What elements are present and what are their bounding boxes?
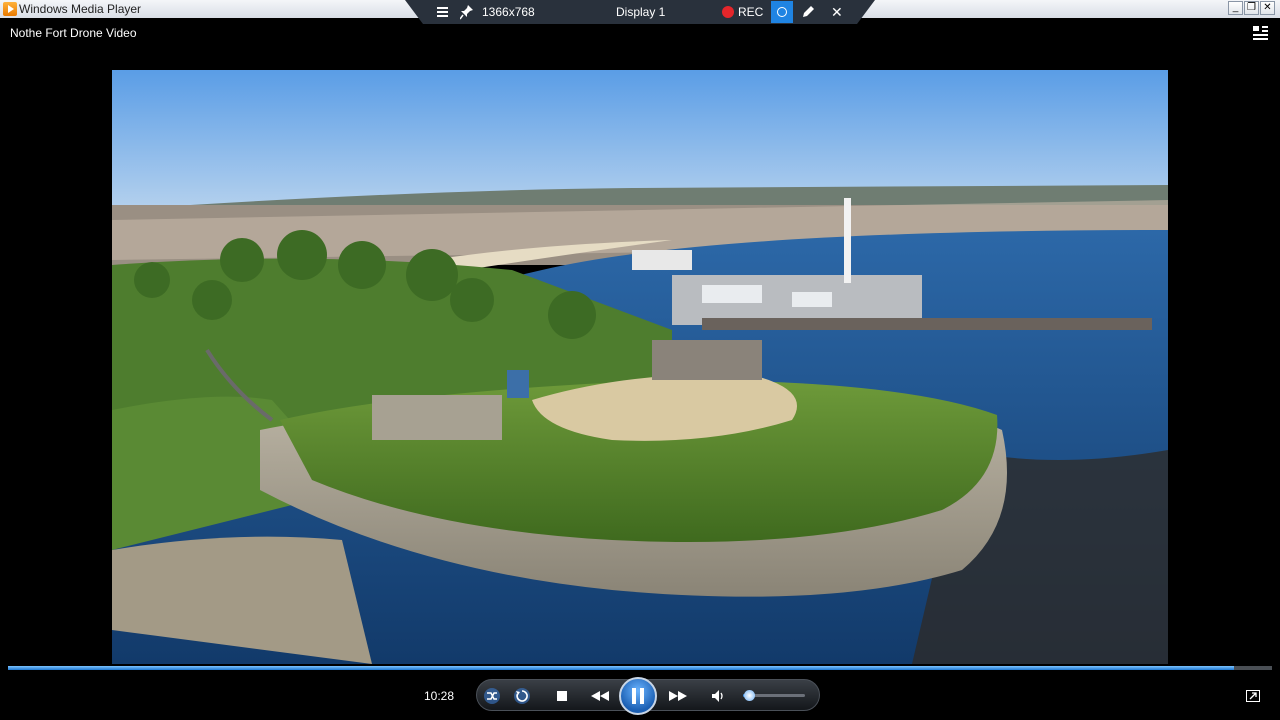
remote-toolbar: 1366x768 Display 1 REC ✕: [405, 0, 875, 24]
seek-bar-progress: [8, 666, 1235, 670]
video-title: Nothe Fort Drone Video: [10, 26, 137, 40]
record-button[interactable]: REC: [738, 4, 763, 20]
pause-icon[interactable]: [619, 677, 657, 715]
transport-controls: [476, 677, 820, 715]
volume-slider[interactable]: [743, 690, 805, 701]
volume-icon[interactable]: [709, 687, 727, 705]
video-scene: [112, 70, 1168, 664]
app-icon: [3, 2, 17, 16]
previous-icon[interactable]: [589, 687, 611, 705]
display-selector[interactable]: Display 1: [616, 4, 665, 20]
seek-bar[interactable]: [8, 666, 1272, 670]
resolution-label: 1366x768: [482, 5, 535, 19]
next-icon[interactable]: [667, 687, 689, 705]
window-title: Windows Media Player: [19, 2, 142, 16]
minimize-button[interactable]: _: [1228, 1, 1243, 15]
video-frame[interactable]: [112, 70, 1168, 664]
pen-icon[interactable]: [800, 4, 816, 20]
volume-slider-handle[interactable]: [744, 690, 756, 701]
collapse-icon[interactable]: [1252, 25, 1270, 41]
maximize-button[interactable]: ❐: [1244, 1, 1259, 15]
repeat-icon[interactable]: [513, 687, 531, 705]
record-dot-icon[interactable]: [722, 6, 734, 18]
close-window-button[interactable]: ✕: [1260, 1, 1275, 15]
switch-to-library-icon[interactable]: [1246, 689, 1260, 702]
menu-icon[interactable]: [436, 4, 450, 20]
elapsed-time: 10:28: [424, 689, 455, 703]
capture-mode-button[interactable]: [771, 1, 793, 23]
pin-icon[interactable]: [459, 4, 474, 20]
stop-icon[interactable]: [553, 687, 571, 705]
shuffle-icon[interactable]: [483, 687, 501, 705]
close-icon[interactable]: ✕: [831, 4, 845, 20]
